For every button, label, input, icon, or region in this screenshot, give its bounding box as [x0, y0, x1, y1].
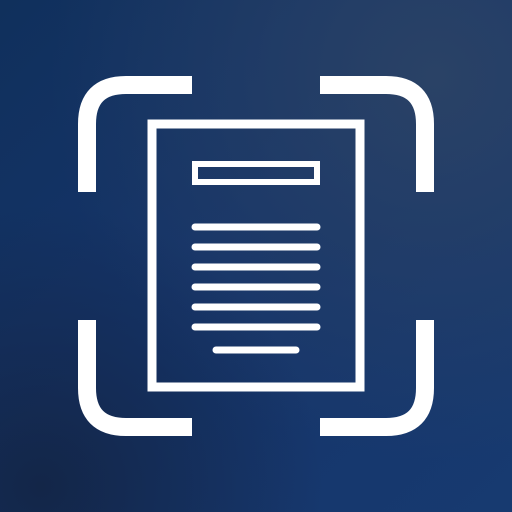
document-scanner-icon — [0, 0, 512, 512]
document-scanner-app-icon[interactable] — [0, 0, 512, 512]
background-bottom-left-shade — [0, 0, 512, 512]
